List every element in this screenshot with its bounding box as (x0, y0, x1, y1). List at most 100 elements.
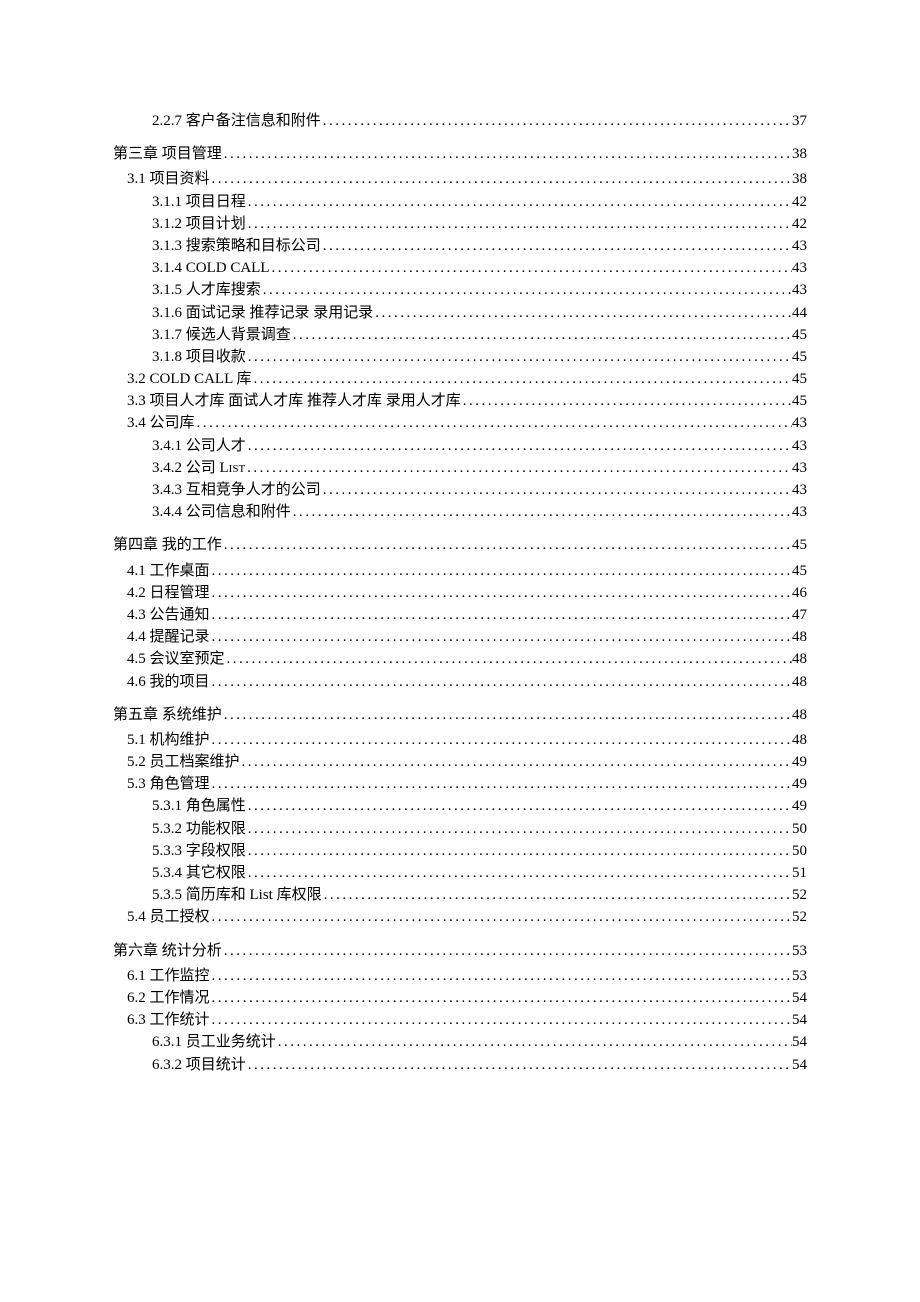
toc-entry-pagenum: 52 (792, 906, 807, 928)
toc-leader-dots: ........................................… (322, 884, 792, 906)
toc-leader-dots: ........................................… (222, 940, 792, 962)
toc-entry[interactable]: 4.1 工作桌面................................… (127, 560, 807, 582)
toc-leader-dots: ........................................… (246, 435, 792, 457)
toc-entry[interactable]: 5.3.1 角色属性..............................… (152, 795, 807, 817)
toc-entry-label: 3.1.8 项目收款 (152, 346, 246, 368)
toc-entry-label: 6.3.2 项目统计 (152, 1054, 246, 1076)
toc-entry[interactable]: 5.3 角色管理................................… (127, 773, 807, 795)
toc-leader-dots: ........................................… (210, 965, 792, 987)
toc-entry[interactable]: 5.3.4 其它权限..............................… (152, 862, 807, 884)
toc-entry[interactable]: 3.1.4 COLD CALL.........................… (152, 257, 807, 279)
toc-leader-dots: ........................................… (246, 191, 792, 213)
toc-entry-pagenum: 44 (792, 302, 807, 324)
toc-entry-pagenum: 52 (792, 884, 807, 906)
toc-leader-dots: ........................................… (210, 671, 792, 693)
toc-entry-pagenum: 37 (792, 110, 807, 132)
toc-entry-label: 3.1 项目资料 (127, 168, 210, 190)
toc-entry-pagenum: 38 (792, 168, 807, 190)
toc-leader-dots: ........................................… (210, 626, 792, 648)
toc-entry[interactable]: 5.3.2 功能权限..............................… (152, 818, 807, 840)
toc-entry[interactable]: 3.1.3 搜索策略和目标公司.........................… (152, 235, 807, 257)
toc-entry[interactable]: 3.4.4 公司信息和附件...........................… (152, 501, 807, 523)
toc-entry-label: 4.1 工作桌面 (127, 560, 210, 582)
toc-entry-label: 3.2 COLD CALL 库 (127, 368, 251, 390)
toc-entry[interactable]: 6.1 工作监控................................… (127, 965, 807, 987)
toc-leader-dots: ........................................… (222, 534, 792, 556)
toc-entry[interactable]: 6.3 工作统计................................… (127, 1009, 807, 1031)
toc-leader-dots: ........................................… (210, 773, 792, 795)
toc-entry-label: 5.3.4 其它权限 (152, 862, 246, 884)
toc-leader-dots: ........................................… (245, 457, 792, 479)
toc-entry-label: 5.4 员工授权 (127, 906, 210, 928)
toc-entry[interactable]: 5.2 员工档案维护..............................… (127, 751, 807, 773)
toc-leader-dots: ........................................… (246, 213, 792, 235)
toc-entry[interactable]: 3.4.3 互相竞争人才的公司.........................… (152, 479, 807, 501)
toc-entry[interactable]: 5.3.5 简历库和 List 库权限.....................… (152, 884, 807, 906)
toc-entry-label: 5.3.2 功能权限 (152, 818, 246, 840)
toc-entry-label: 6.3.1 员工业务统计 (152, 1031, 276, 1053)
toc-entry[interactable]: 4.5 会议室预定...............................… (127, 648, 807, 670)
toc-entry[interactable]: 6.3.1 员工业务统计............................… (152, 1031, 807, 1053)
toc-leader-dots: ........................................… (222, 143, 792, 165)
toc-entry-label: 3.1.1 项目日程 (152, 191, 246, 213)
toc-entry[interactable]: 3.1.2 项目计划..............................… (152, 213, 807, 235)
toc-entry[interactable]: 3.4 公司库.................................… (127, 412, 807, 434)
toc-entry-label: 5.2 员工档案维护 (127, 751, 240, 773)
toc-entry-label: 3.3 项目人才库 面试人才库 推荐人才库 录用人才库 (127, 390, 461, 412)
toc-entry[interactable]: 3.1.8 项目收款..............................… (152, 346, 807, 368)
toc-entry[interactable]: 3.1.1 项目日程..............................… (152, 191, 807, 213)
toc-entry[interactable]: 3.4.2 公司 List...........................… (152, 457, 807, 479)
toc-entry[interactable]: 3.1.5 人才库搜索.............................… (152, 279, 807, 301)
toc-entry-label: 3.4.4 公司信息和附件 (152, 501, 291, 523)
toc-entry[interactable]: 4.3 公告通知................................… (127, 604, 807, 626)
toc-leader-dots: ........................................… (210, 729, 792, 751)
toc-leader-dots: ........................................… (246, 346, 792, 368)
toc-entry[interactable]: 4.4 提醒记录................................… (127, 626, 807, 648)
toc-entry-label: 3.4 公司库 (127, 412, 195, 434)
toc-leader-dots: ........................................… (251, 368, 792, 390)
toc-entry-pagenum: 43 (792, 479, 807, 501)
toc-entry[interactable]: 6.2 工作情况................................… (127, 987, 807, 1009)
toc-leader-dots: ........................................… (210, 906, 792, 928)
toc-entry-pagenum: 43 (792, 457, 807, 479)
toc-entry[interactable]: 第四章 我的工作................................… (113, 534, 807, 556)
toc-entry-pagenum: 51 (792, 862, 807, 884)
toc-entry[interactable]: 4.6 我的项目................................… (127, 671, 807, 693)
toc-entry-pagenum: 48 (792, 626, 807, 648)
toc-entry-pagenum: 47 (792, 604, 807, 626)
toc-entry[interactable]: 3.1.7 候选人背景调查...........................… (152, 324, 807, 346)
toc-entry-pagenum: 50 (792, 818, 807, 840)
toc-entry[interactable]: 第三章 项目管理................................… (113, 143, 807, 165)
toc-entry-pagenum: 43 (792, 279, 807, 301)
toc-entry[interactable]: 3.2 COLD CALL 库.........................… (127, 368, 807, 390)
toc-entry[interactable]: 3.3 项目人才库 面试人才库 推荐人才库 录用人才库.............… (127, 390, 807, 412)
toc-entry-pagenum: 49 (792, 795, 807, 817)
toc-entry[interactable]: 5.3.3 字段权限..............................… (152, 840, 807, 862)
toc-entry-pagenum: 50 (792, 840, 807, 862)
document-page: 2.2.7 客户备注信息和附件.........................… (0, 0, 920, 1076)
toc-entry-label: 4.6 我的项目 (127, 671, 210, 693)
toc-entry[interactable]: 第六章 统计分析................................… (113, 940, 807, 962)
toc-entry[interactable]: 6.3.2 项目统计..............................… (152, 1054, 807, 1076)
toc-entry-pagenum: 54 (792, 1031, 807, 1053)
toc-entry-label: 3.4.3 互相竞争人才的公司 (152, 479, 321, 501)
toc-leader-dots: ........................................… (222, 704, 792, 726)
toc-entry[interactable]: 第五章 系统维护................................… (113, 704, 807, 726)
toc-entry-pagenum: 45 (792, 534, 807, 556)
toc-entry[interactable]: 5.1 机构维护................................… (127, 729, 807, 751)
toc-entry[interactable]: 3.4.1 公司人才..............................… (152, 435, 807, 457)
toc-entry[interactable]: 5.4 员工授权................................… (127, 906, 807, 928)
toc-entry[interactable]: 4.2 日程管理................................… (127, 582, 807, 604)
toc-entry[interactable]: 3.1 项目资料................................… (127, 168, 807, 190)
toc-entry-pagenum: 54 (792, 987, 807, 1009)
toc-entry[interactable]: 2.2.7 客户备注信息和附件.........................… (152, 110, 807, 132)
toc-entry-pagenum: 53 (792, 940, 807, 962)
toc-entry[interactable]: 3.1.6 面试记录 推荐记录 录用记录....................… (152, 302, 807, 324)
toc-leader-dots: ........................................… (246, 862, 792, 884)
toc-entry-pagenum: 48 (792, 704, 807, 726)
toc-entry-label: 5.3.1 角色属性 (152, 795, 246, 817)
toc-entry-pagenum: 45 (792, 560, 807, 582)
toc-entry-label: 3.1.7 候选人背景调查 (152, 324, 291, 346)
toc-entry-pagenum: 43 (792, 501, 807, 523)
toc-leader-dots: ........................................… (261, 279, 792, 301)
